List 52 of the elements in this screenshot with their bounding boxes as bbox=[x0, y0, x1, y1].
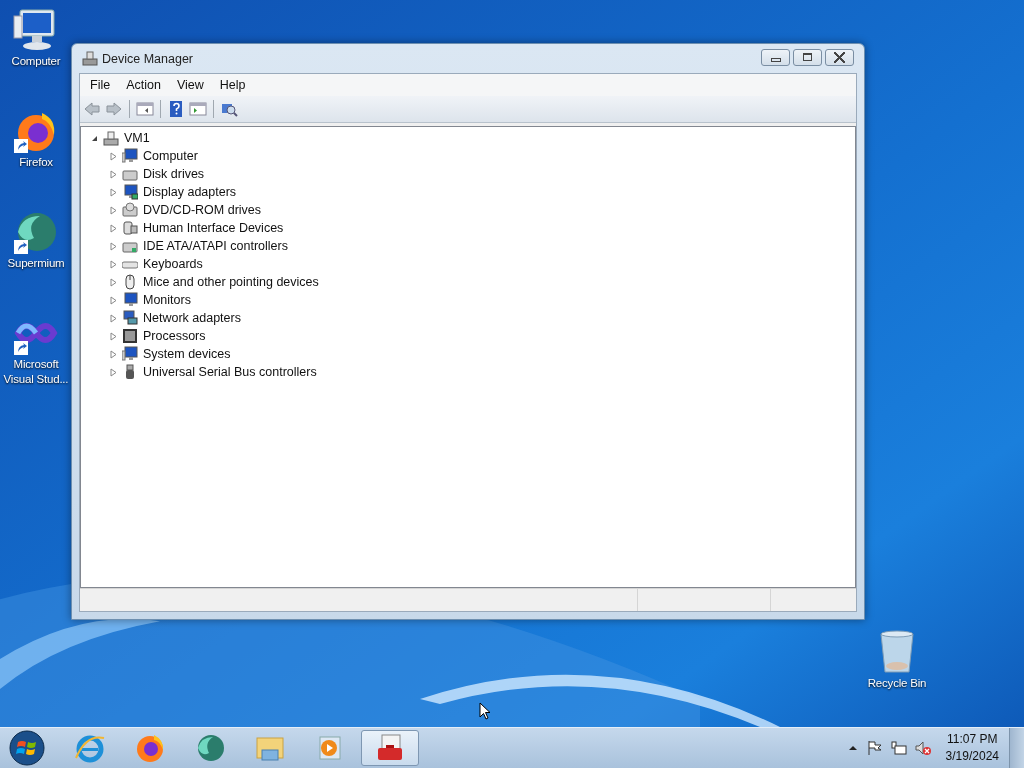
icon-label: Supermium bbox=[6, 256, 66, 271]
mouse-cursor-icon bbox=[479, 702, 491, 721]
tree-item[interactable]: Processors bbox=[143, 329, 206, 343]
tree-item[interactable]: VM1 bbox=[124, 131, 150, 145]
tree-item[interactable]: Disk drives bbox=[143, 167, 205, 181]
clock-date[interactable]: 3/19/2024 bbox=[945, 748, 999, 765]
tree-item[interactable]: Network adapters bbox=[143, 311, 241, 325]
menu-item[interactable]: File bbox=[82, 76, 119, 94]
icon-label: Microsoft Visual Stud... bbox=[2, 357, 70, 387]
start-button[interactable] bbox=[9, 730, 45, 766]
computer-icon bbox=[103, 130, 119, 146]
show-desktop-button[interactable] bbox=[1009, 728, 1024, 768]
device-manager-icon bbox=[82, 50, 98, 67]
toolbox-icon[interactable] bbox=[361, 730, 419, 766]
forward-icon[interactable] bbox=[105, 100, 123, 118]
maximize-button[interactable] bbox=[793, 48, 822, 66]
tree-item[interactable]: DVD/CD-ROM drives bbox=[143, 203, 262, 217]
tree-item[interactable]: Universal Serial Bus controllers bbox=[143, 365, 317, 379]
tree-item[interactable]: Human Interface Devices bbox=[143, 221, 284, 235]
tree-item[interactable]: Keyboards bbox=[143, 257, 203, 271]
close-button[interactable] bbox=[825, 48, 854, 66]
tree-item[interactable]: System devices bbox=[143, 347, 231, 361]
help-icon[interactable] bbox=[167, 100, 185, 118]
device-icon bbox=[122, 220, 138, 236]
monitor-icon bbox=[122, 292, 138, 308]
network-icon bbox=[122, 310, 138, 326]
drive-icon bbox=[122, 202, 138, 218]
show-hidden-icons-button[interactable] bbox=[847, 743, 858, 753]
clock-time[interactable]: 11:07 PM bbox=[947, 731, 998, 748]
icon-label: Firefox bbox=[18, 155, 54, 170]
tree-item[interactable]: Mice and other pointing devices bbox=[143, 275, 319, 289]
tree-item[interactable]: Display adapters bbox=[143, 185, 237, 199]
minimize-button[interactable] bbox=[761, 48, 790, 66]
icon-label: Recycle Bin bbox=[866, 676, 928, 691]
monitor-icon bbox=[122, 346, 138, 362]
monitor-icon bbox=[122, 184, 138, 200]
window-title: Device Manager bbox=[102, 51, 193, 66]
back-icon[interactable] bbox=[83, 100, 101, 118]
muted-speaker-icon[interactable] bbox=[913, 739, 932, 757]
menu-item[interactable]: Help bbox=[211, 76, 254, 94]
flag-icon[interactable] bbox=[865, 739, 884, 757]
tree-item[interactable]: Monitors bbox=[143, 293, 191, 307]
mouse-icon bbox=[122, 274, 138, 290]
icon-label: Computer bbox=[10, 54, 62, 69]
menu-item[interactable]: View bbox=[168, 76, 212, 94]
network-icon[interactable] bbox=[889, 739, 908, 757]
tree-item[interactable]: Computer bbox=[143, 149, 198, 163]
chip-icon bbox=[122, 328, 138, 344]
console-tree-icon[interactable] bbox=[136, 100, 154, 118]
menu-item[interactable]: Action bbox=[118, 76, 169, 94]
monitor-icon bbox=[122, 148, 138, 164]
tree-item[interactable]: IDE ATA/ATAPI controllers bbox=[143, 239, 288, 253]
